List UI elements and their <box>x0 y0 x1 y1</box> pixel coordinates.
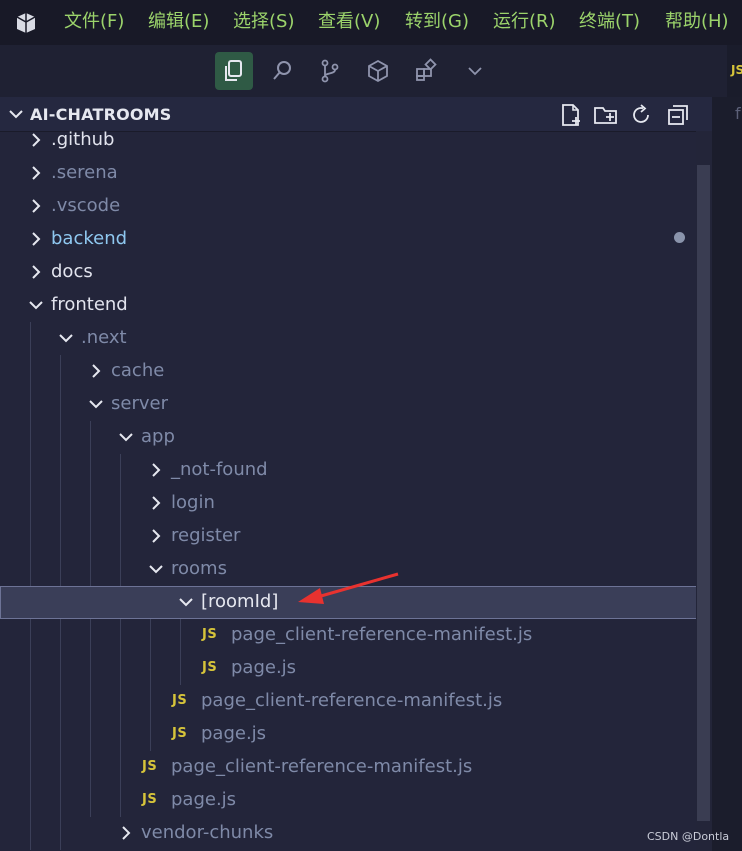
tree-item-label: .next <box>81 327 127 348</box>
tree-folder-item[interactable]: cache <box>0 355 712 388</box>
tree-item-label: app <box>141 426 175 447</box>
tree-item-label: server <box>111 393 168 414</box>
watermark: CSDN @Dontla <box>647 830 730 843</box>
annotation-arrow-icon <box>298 572 399 604</box>
chevron-right-icon[interactable] <box>148 462 164 478</box>
tree-item-label: backend <box>51 228 128 249</box>
menu-item[interactable]: 运行(R) <box>493 10 556 34</box>
source-control-icon[interactable] <box>311 52 349 90</box>
tree-folder-item[interactable]: .next <box>0 322 712 355</box>
menu-item[interactable]: 终端(T) <box>579 10 640 34</box>
tree-folder-item[interactable]: .serena <box>0 157 712 190</box>
tree-folder-item[interactable]: frontend <box>0 289 712 322</box>
chevron-down-icon[interactable] <box>58 330 74 346</box>
tree-folder-item[interactable]: register <box>0 520 712 553</box>
js-file-icon: JS <box>142 759 158 774</box>
tree-folder-item[interactable]: vendor-chunks <box>0 817 712 850</box>
more-chevron-icon[interactable] <box>456 52 494 90</box>
menu-item[interactable]: 选择(S) <box>233 10 294 34</box>
chevron-down-icon[interactable] <box>28 297 44 313</box>
chevron-right-icon[interactable] <box>28 198 44 214</box>
chevron-down-icon[interactable] <box>8 106 24 122</box>
tree-folder-item[interactable]: app <box>0 421 712 454</box>
tree-item-label: frontend <box>51 294 128 315</box>
chevron-down-icon[interactable] <box>118 429 134 445</box>
tree-folder-item[interactable]: .github <box>0 124 712 157</box>
file-tree: .github .serena .vscode backend docs frontend… <box>0 129 712 851</box>
tree-item-label: cache <box>111 360 165 381</box>
package-icon[interactable] <box>359 52 397 90</box>
menu-item[interactable]: 查看(V) <box>318 10 380 34</box>
scrollbar-thumb[interactable] <box>697 165 710 821</box>
chevron-right-icon[interactable] <box>88 363 104 379</box>
menu-item[interactable]: 转到(G) <box>405 10 469 34</box>
tree-item-label: page.js <box>231 657 297 678</box>
js-file-icon: JS <box>202 660 218 675</box>
tree-item-label: docs <box>51 261 93 282</box>
chevron-right-icon[interactable] <box>118 825 134 841</box>
vscode-logo-icon[interactable] <box>14 11 38 35</box>
tree-item-label: login <box>171 492 215 513</box>
menu-item[interactable]: 文件(F) <box>64 10 124 34</box>
tree-file-item[interactable]: JS page.js <box>0 652 712 685</box>
tree-item-label: .serena <box>51 162 118 183</box>
editor-area-edge <box>712 97 742 851</box>
chevron-right-icon[interactable] <box>148 495 164 511</box>
chevron-right-icon[interactable] <box>28 264 44 280</box>
tree-folder-item[interactable]: server <box>0 388 712 421</box>
tree-item-label: rooms <box>171 558 227 579</box>
tree-item-label: register <box>171 525 241 546</box>
tree-item-label: page_client-reference-manifest.js <box>171 756 473 777</box>
menu-item[interactable]: 编辑(E) <box>148 10 209 34</box>
modified-indicator-icon <box>674 232 685 243</box>
tree-file-item[interactable]: JS page_client-reference-manifest.js <box>0 685 712 718</box>
menu-bar: 文件(F) 编辑(E) 选择(S) 查看(V) 转到(G) 运行(R) 终端(T) 帮助(H) <box>0 0 742 45</box>
activity-toolbar <box>0 45 742 97</box>
tree-item-label: page.js <box>171 789 237 810</box>
js-file-icon: JS <box>142 792 158 807</box>
menu-item[interactable]: 帮助(H) <box>665 10 729 34</box>
editor-text-fragment: f <box>735 104 741 123</box>
js-file-icon: JS <box>731 63 742 77</box>
chevron-down-icon[interactable] <box>88 396 104 412</box>
tree-item-label: page_client-reference-manifest.js <box>201 690 503 711</box>
tree-item-label: .github <box>51 129 115 150</box>
tree-folder-item[interactable]: login <box>0 487 712 520</box>
tree-file-item[interactable]: JS page.js <box>0 784 712 817</box>
chevron-down-icon[interactable] <box>148 561 164 577</box>
js-file-icon: JS <box>202 627 218 642</box>
tree-item-label: page.js <box>201 723 267 744</box>
tree-file-item[interactable]: JS page_client-reference-manifest.js <box>0 619 712 652</box>
search-icon[interactable] <box>263 52 301 90</box>
tree-item-label: page_client-reference-manifest.js <box>231 624 533 645</box>
chevron-right-icon[interactable] <box>28 132 44 148</box>
chevron-right-icon[interactable] <box>148 528 164 544</box>
tree-item-label: vendor-chunks <box>141 822 274 843</box>
chevron-down-icon[interactable] <box>178 594 194 610</box>
tree-item-label: [roomId] <box>201 591 279 612</box>
tree-folder-item[interactable]: backend <box>0 223 712 256</box>
chevron-right-icon[interactable] <box>28 231 44 247</box>
explorer-icon[interactable] <box>215 52 253 90</box>
tree-file-item[interactable]: JS page.js <box>0 718 712 751</box>
tree-file-item[interactable]: JS page_client-reference-manifest.js <box>0 751 712 784</box>
tree-item-label: _not-found <box>171 459 268 480</box>
js-file-icon: JS <box>172 726 188 741</box>
tree-item-label: .vscode <box>51 195 121 216</box>
js-file-icon: JS <box>172 693 188 708</box>
tree-folder-item[interactable]: _not-found <box>0 454 712 487</box>
chevron-right-icon[interactable] <box>28 165 44 181</box>
explorer-title: AI-CHATROOMS <box>30 105 172 124</box>
tree-folder-item[interactable]: .vscode <box>0 190 712 223</box>
extensions-icon[interactable] <box>407 52 445 90</box>
tree-folder-item[interactable]: docs <box>0 256 712 289</box>
